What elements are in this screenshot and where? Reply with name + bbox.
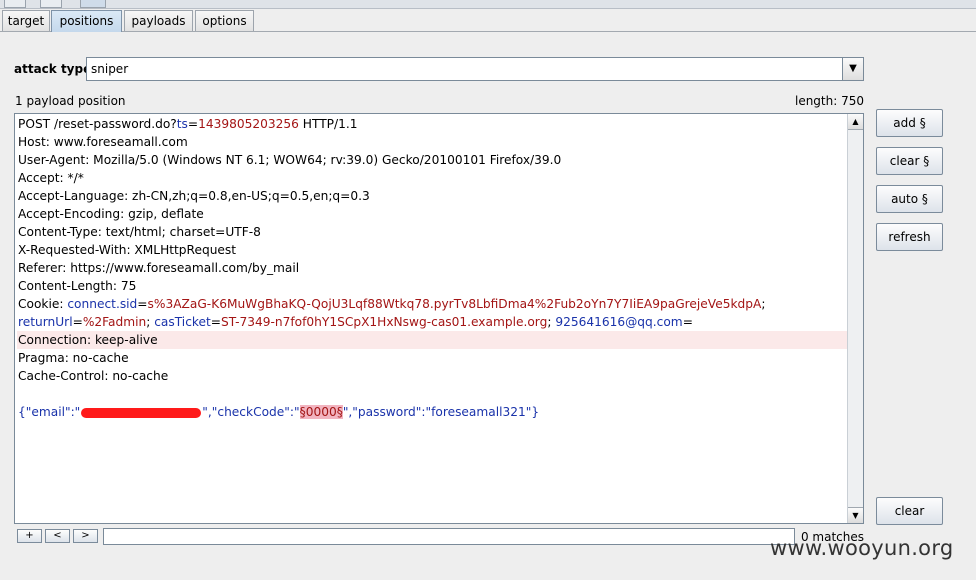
upper-tab-1[interactable]: [4, 0, 26, 8]
add-marker-button[interactable]: add §: [876, 109, 943, 137]
auto-marker-button[interactable]: auto §: [876, 185, 943, 213]
search-next-button[interactable]: >: [73, 529, 98, 543]
request-line: User-Agent: Mozilla/5.0 (Windows NT 6.1;…: [18, 153, 562, 167]
chevron-down-icon[interactable]: ▼: [842, 58, 863, 80]
request-text[interactable]: POST /reset-password.do?ts=1439805203256…: [17, 115, 847, 520]
request-line: POST /reset-password.do?ts=1439805203256…: [18, 117, 358, 131]
request-line: Pragma: no-cache: [18, 351, 129, 365]
request-line: X-Requested-With: XMLHttpRequest: [18, 243, 237, 257]
attack-type-value: sniper: [91, 62, 129, 76]
refresh-button[interactable]: refresh: [876, 223, 943, 251]
upper-tab-3[interactable]: [80, 0, 106, 8]
watermark: www.wooyun.org: [770, 536, 954, 560]
attack-type-select[interactable]: sniper ▼: [86, 57, 864, 81]
request-line: Accept: */*: [18, 171, 84, 185]
payload-position-count: 1 payload position: [15, 94, 126, 108]
request-length: length: 750: [794, 94, 864, 108]
tab-target[interactable]: target: [2, 10, 50, 31]
request-body-line: {"email":" ","checkCode":"§0000§","passwo…: [18, 405, 540, 419]
request-line: Referer: https://www.foreseamall.com/by_…: [18, 261, 300, 275]
request-line: Cache-Control: no-cache: [18, 369, 169, 383]
search-input[interactable]: [103, 528, 795, 545]
search-prev-button[interactable]: <: [45, 529, 70, 543]
request-line: Host: www.foreseamall.com: [18, 135, 188, 149]
redaction-mark: [81, 407, 202, 418]
request-line: Content-Type: text/html; charset=UTF-8: [18, 225, 261, 239]
clear-markers-button[interactable]: clear §: [876, 147, 943, 175]
tab-bar: target positions payloads options: [0, 10, 976, 32]
tab-options[interactable]: options: [195, 10, 254, 31]
request-line: Accept-Language: zh-CN,zh;q=0.8,en-US;q=…: [18, 189, 370, 203]
request-line: Connection: keep-alive: [17, 331, 847, 349]
payload-marker[interactable]: §0000§: [299, 405, 343, 419]
tab-positions[interactable]: positions: [51, 10, 122, 32]
positions-panel: attack type sniper ▼ 1 payload position …: [0, 32, 976, 580]
request-line: Content-Length: 75: [18, 279, 137, 293]
request-line: [17, 385, 847, 403]
upper-tab-2[interactable]: [40, 0, 62, 8]
attack-type-label: attack type: [14, 62, 92, 76]
clear-button[interactable]: clear: [876, 497, 943, 525]
window-top-strip: [0, 0, 976, 9]
request-editor[interactable]: POST /reset-password.do?ts=1439805203256…: [14, 113, 864, 524]
arrow-up-icon[interactable]: ▲: [848, 114, 863, 130]
editor-scrollbar[interactable]: ▲ ▼: [847, 114, 863, 523]
request-line: Cookie: connect.sid=s%3AZaG-K6MuWgBhaKQ-…: [18, 297, 766, 311]
request-line: returnUrl=%2Fadmin; casTicket=ST-7349-n7…: [18, 315, 693, 329]
request-line: Accept-Encoding: gzip, deflate: [18, 207, 204, 221]
arrow-down-icon[interactable]: ▼: [848, 507, 863, 523]
tab-payloads[interactable]: payloads: [124, 10, 193, 31]
search-options-button[interactable]: +: [17, 529, 42, 543]
